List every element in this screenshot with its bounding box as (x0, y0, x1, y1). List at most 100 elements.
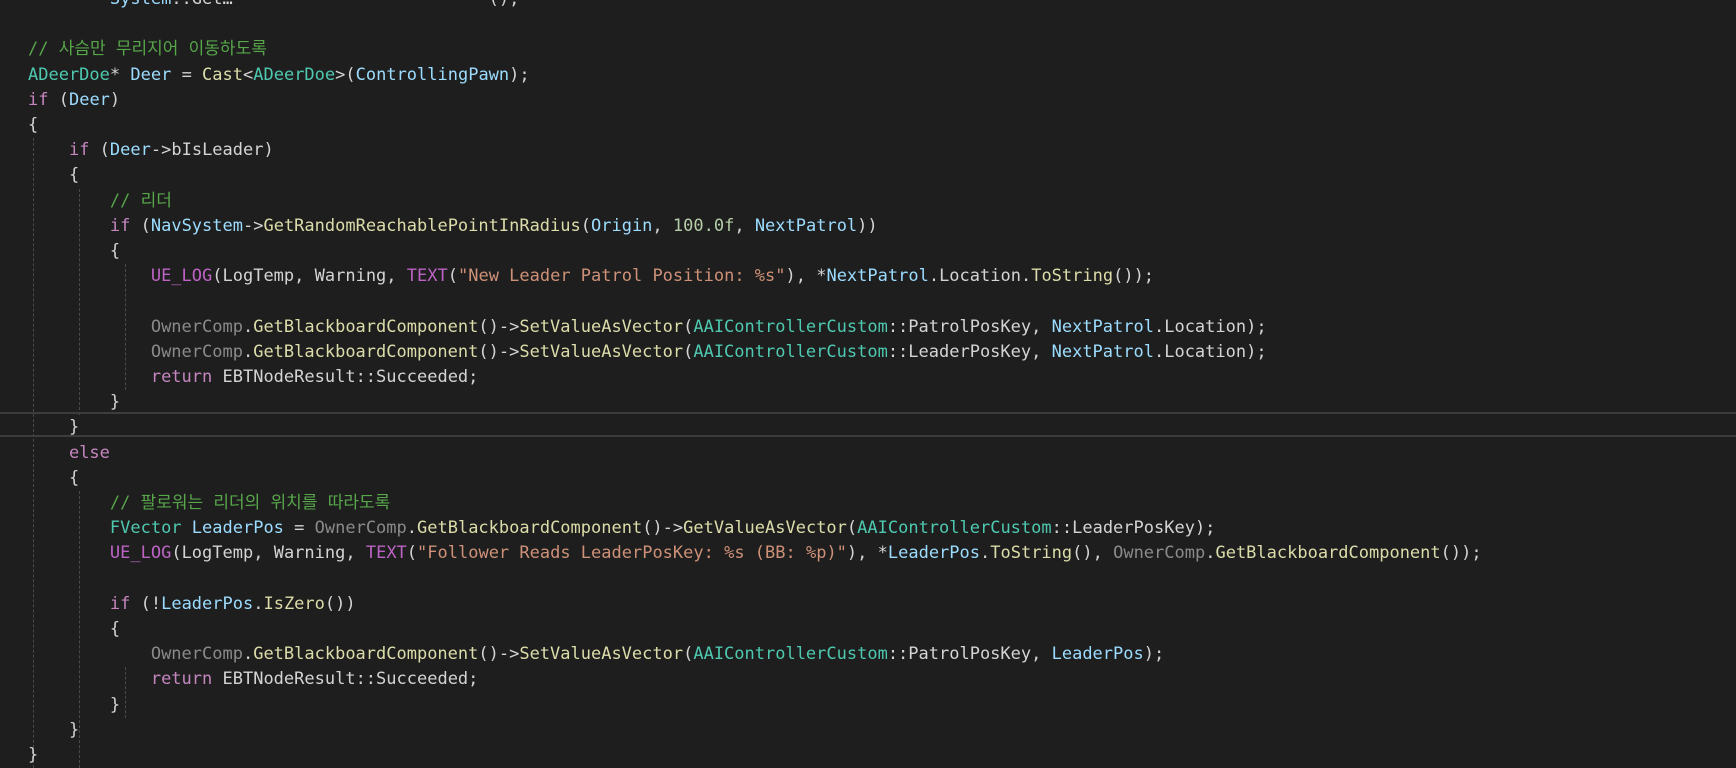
code-token: Warning (273, 543, 346, 564)
code-line[interactable]: // 리더 (28, 189, 172, 214)
code-token: , (1031, 644, 1052, 665)
code-line[interactable]: FVector LeaderPos = OwnerComp.GetBlackbo… (28, 516, 1216, 541)
code-line[interactable]: OwnerComp.GetBlackboardComponent()->SetV… (28, 315, 1267, 340)
code-line[interactable]: } (28, 743, 38, 768)
code-token: NextPatrol (1051, 316, 1154, 337)
code-token: } (28, 392, 121, 413)
code-line[interactable]: if (!LeaderPos.IsZero()) (28, 592, 356, 617)
code-token: LeaderPosKey (1072, 518, 1195, 539)
code-token: UE_LOG (109, 543, 172, 564)
code-line[interactable]: if (NavSystem->GetRandomReachablePointIn… (28, 214, 878, 239)
code-line[interactable]: UE_LOG(LogTemp, Warning, TEXT("Follower … (28, 541, 1482, 566)
code-line[interactable]: } (28, 718, 79, 743)
code-token: ); (1143, 644, 1165, 665)
code-line[interactable]: OwnerComp.GetBlackboardComponent()->SetV… (28, 340, 1267, 365)
code-token: , (1031, 341, 1052, 362)
code-token: , (386, 266, 407, 287)
code-token: Succeeded (376, 669, 469, 690)
code-line[interactable]: } (28, 390, 120, 415)
code-line[interactable]: System::Get… (); (28, 0, 519, 12)
code-token: ::Get (171, 0, 222, 9)
code-token: ()-> (478, 316, 520, 337)
code-token: (! (130, 593, 162, 614)
code-token: if (109, 215, 131, 236)
code-token: . (1205, 543, 1216, 564)
code-line[interactable]: ADeerDoe* Deer = Cast<ADeerDoe>(Controll… (28, 63, 530, 88)
code-token: :: (887, 644, 909, 665)
code-token: :: (1051, 518, 1073, 539)
code-token: FVector (109, 518, 182, 539)
code-line[interactable]: { (28, 617, 120, 642)
code-token: = (171, 64, 203, 85)
code-token: :: (355, 669, 377, 690)
code-token: // 팔로워는 리더의 위치를 따라도록 (109, 493, 391, 513)
code-line[interactable]: if (Deer) (28, 88, 120, 113)
code-token: ; (468, 367, 479, 387)
code-token: OwnerComp (1113, 543, 1206, 564)
code-token: Location (1164, 316, 1247, 337)
code-token: PatrolPosKey (908, 644, 1032, 665)
code-token: -> (150, 140, 172, 161)
code-token: :: (887, 316, 909, 337)
code-editor[interactable]: System::Get… ();// 사슴만 무리지어 이동하도록ADeerDo… (0, 0, 1736, 768)
code-line[interactable]: { (28, 113, 38, 138)
code-token: , (345, 543, 366, 564)
code-token: ()-> (642, 518, 684, 539)
code-line[interactable]: } (28, 415, 79, 440)
code-line[interactable]: else (28, 441, 110, 466)
code-token: SetValueAsVector (519, 644, 684, 665)
code-token: ADeerDoe (253, 64, 336, 85)
code-token: NavSystem (150, 215, 243, 236)
code-line[interactable]: if (Deer->bIsLeader) (28, 138, 274, 163)
code-token: . (980, 543, 991, 564)
code-token: :: (887, 341, 909, 362)
code-token: . (1153, 316, 1165, 337)
code-line[interactable]: return EBTNodeResult::Succeeded; (28, 667, 479, 692)
code-token: ToString (990, 543, 1073, 564)
code-line[interactable]: UE_LOG(LogTemp, Warning, TEXT("New Leade… (28, 264, 1154, 289)
code-token: , (652, 215, 673, 236)
code-token: if (109, 593, 131, 614)
code-token: ToString (1031, 266, 1114, 287)
code-token: LeaderPos (191, 518, 284, 539)
code-line[interactable]: // 사슴만 무리지어 이동하도록 (28, 37, 267, 62)
code-token: ), * (846, 543, 888, 564)
code-token: :: (355, 367, 377, 387)
code-token: GetBlackboardComponent (253, 341, 479, 362)
code-line[interactable]: { (28, 466, 79, 491)
code-token: Succeeded (376, 367, 469, 387)
code-line[interactable]: { (28, 239, 120, 264)
code-token: EBTNodeResult (222, 367, 356, 387)
code-token: . (1020, 266, 1032, 287)
code-line[interactable]: { (28, 163, 79, 188)
code-line[interactable]: return EBTNodeResult::Succeeded; (28, 365, 479, 390)
code-line[interactable]: } (28, 693, 120, 718)
code-line[interactable]: // 팔로워는 리더의 위치를 따라도록 (28, 491, 390, 516)
code-token: … (223, 0, 233, 9)
code-token: Location (939, 266, 1021, 287)
code-token: { (28, 115, 39, 135)
code-token: ()-> (478, 644, 520, 665)
code-token: ( (130, 215, 151, 236)
code-token: GetBlackboardComponent (253, 644, 479, 665)
code-token: OwnerComp (150, 644, 243, 665)
code-token: . (928, 266, 940, 287)
code-token: LeaderPosKey (908, 341, 1032, 362)
code-line[interactable]: OwnerComp.GetBlackboardComponent()->SetV… (28, 642, 1164, 667)
code-token: , (1031, 316, 1052, 337)
code-token: . (406, 518, 418, 539)
code-token: IsZero (263, 593, 325, 614)
